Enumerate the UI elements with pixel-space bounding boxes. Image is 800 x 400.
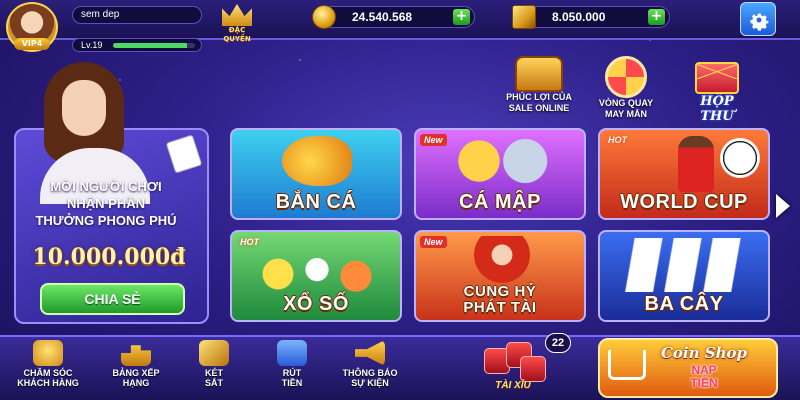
envelope-icon xyxy=(695,62,739,94)
nav-withdraw[interactable]: RÚT TIỀN xyxy=(256,340,328,388)
fish-illustration xyxy=(282,136,352,186)
new-badge: New xyxy=(420,236,447,248)
nav-label-1: KÉT xyxy=(205,368,223,378)
nav-safe[interactable]: KÉT SẮT xyxy=(178,340,250,388)
sale-label-2: SALE ONLINE xyxy=(508,103,570,113)
game-tile-xo-so[interactable]: HOT XỔ SỐ xyxy=(230,230,402,322)
tai-xiu-count-badge: 22 xyxy=(545,333,571,353)
crown-icon xyxy=(222,4,252,26)
game-title: CÁ MẬP xyxy=(459,191,541,213)
level-progress-fill xyxy=(113,43,187,48)
privilege-label-2: QUYỀN xyxy=(223,35,251,43)
tai-xiu-label: TÀI XỈU xyxy=(495,380,531,391)
game-title: CUNG HỶ PHÁT TÀI xyxy=(416,284,584,316)
game-tile-world-cup[interactable]: HOT WORLD CUP xyxy=(598,128,770,220)
username-text: sem dep xyxy=(81,9,120,20)
nav-label-1: BẢNG XẾP xyxy=(112,368,160,378)
nav-leaderboard[interactable]: BẢNG XẾP HẠNG xyxy=(100,340,172,388)
promo-line-3: THƯỞNG PHONG PHÚ xyxy=(35,213,177,228)
promo-line-1: MỜI NGƯỜI CHƠI xyxy=(50,179,162,194)
spin-label-2: MAY MẮN xyxy=(604,109,647,119)
game-tile-ban-ca[interactable]: BẮN CÁ xyxy=(230,128,402,220)
level-progress-bar xyxy=(113,43,195,48)
game-tile-ba-cay[interactable]: BA CÂY xyxy=(598,230,770,322)
game-title-line-2: PHÁT TÀI xyxy=(463,299,537,316)
game-tile-cung-hy-phat-tai[interactable]: New CUNG HỶ PHÁT TÀI xyxy=(414,230,586,322)
deposit-label-2: TIỀN xyxy=(690,376,718,390)
nav-label-1: THÔNG BÁO xyxy=(342,368,398,378)
nav-label-1: RÚT xyxy=(282,368,302,378)
add-coin-button[interactable]: + xyxy=(453,9,470,25)
gold-bar-icon xyxy=(512,5,536,29)
coin-icon xyxy=(312,5,336,29)
nav-label-1: CHĂM SÓC xyxy=(23,368,73,378)
settings-button[interactable] xyxy=(740,2,776,36)
football-player-illustration xyxy=(678,136,714,192)
game-title: BA CÂY xyxy=(644,293,724,315)
promo-text: MỜI NGƯỜI CHƠI NHẬN PHẦN THƯỞNG PHONG PH… xyxy=(14,178,198,229)
sale-online-button[interactable]: PHÚC LỢI CỦA SALE ONLINE xyxy=(500,56,578,114)
promo-amount: 10.000.000đ xyxy=(32,244,186,270)
nav-label-2: KHÁCH HÀNG xyxy=(17,378,79,388)
gold-balance: 8.050.000 + xyxy=(512,5,670,29)
coin-balance: 24.540.568 + xyxy=(312,5,475,29)
add-gold-button[interactable]: + xyxy=(648,9,665,25)
promo-line-2: NHẬN PHẦN xyxy=(67,196,145,211)
shark-illustration xyxy=(446,136,556,186)
nav-label-2: SỰ KIỆN xyxy=(351,378,389,388)
hot-badge: HOT xyxy=(240,237,259,247)
podium-icon xyxy=(121,345,151,366)
privilege-label-1: ĐẶC xyxy=(228,26,246,34)
withdraw-icon xyxy=(277,340,307,366)
mailbox-button[interactable]: HỘP THƯ xyxy=(682,62,752,124)
gold-value: 8.050.000 xyxy=(552,10,606,24)
deposit-label: NẠP TIỀN xyxy=(644,364,764,390)
game-tile-ca-map[interactable]: New CÁ MẬP xyxy=(414,128,586,220)
privilege-button[interactable]: ĐẶC QUYỀN xyxy=(214,4,260,52)
scroll-right-arrow-icon[interactable] xyxy=(776,194,790,218)
game-title: BẮN CÁ xyxy=(275,191,357,213)
spin-label-1: VÒNG QUAY xyxy=(598,98,654,108)
coin-shop-label: Coin Shop xyxy=(660,344,747,362)
sale-label-1: PHÚC LỢI CỦA xyxy=(506,92,572,102)
game-title: XỔ SỐ xyxy=(283,293,349,315)
gear-icon xyxy=(750,13,769,31)
nav-label-2: TIỀN xyxy=(281,378,303,388)
mailbox-label: HỘP THƯ xyxy=(700,94,734,124)
coin-shop-button[interactable]: Coin Shop NẠP TIỀN xyxy=(598,338,778,398)
dice-icon xyxy=(520,356,546,382)
safe-icon xyxy=(199,340,229,366)
headset-icon xyxy=(33,340,63,366)
playing-cards-illustration xyxy=(620,238,750,292)
hot-badge: HOT xyxy=(608,135,627,145)
game-title-line-1: CUNG HỶ xyxy=(463,283,537,300)
lucky-wheel-icon xyxy=(605,56,647,98)
coin-value: 24.540.568 xyxy=(352,10,413,24)
nav-customer-care[interactable]: CHĂM SÓC KHÁCH HÀNG xyxy=(12,340,84,388)
nav-label-2: SẮT xyxy=(205,378,223,388)
username-field: sem dep xyxy=(72,6,202,24)
nav-label-2: HẠNG xyxy=(122,378,150,388)
lottery-balls-illustration xyxy=(252,252,382,296)
game-title: WORLD CUP xyxy=(620,191,748,213)
level-indicator: Lv.19 xyxy=(72,38,202,52)
share-button[interactable]: CHIA SẺ xyxy=(40,283,185,315)
lucky-spin-button[interactable]: VÒNG QUAY MAY MẮN xyxy=(590,56,662,120)
new-badge: New xyxy=(420,134,447,146)
nav-event-notice[interactable]: THÔNG BÁO SỰ KIỆN xyxy=(334,340,406,388)
vip-badge: VIP4 xyxy=(14,38,50,50)
megaphone-icon xyxy=(355,340,385,366)
fortune-god-illustration xyxy=(472,236,532,290)
soccer-ball-icon xyxy=(720,138,760,178)
treasure-chest-icon xyxy=(515,56,563,92)
shopping-cart-icon xyxy=(608,350,646,380)
level-text: Lv.19 xyxy=(81,40,103,50)
